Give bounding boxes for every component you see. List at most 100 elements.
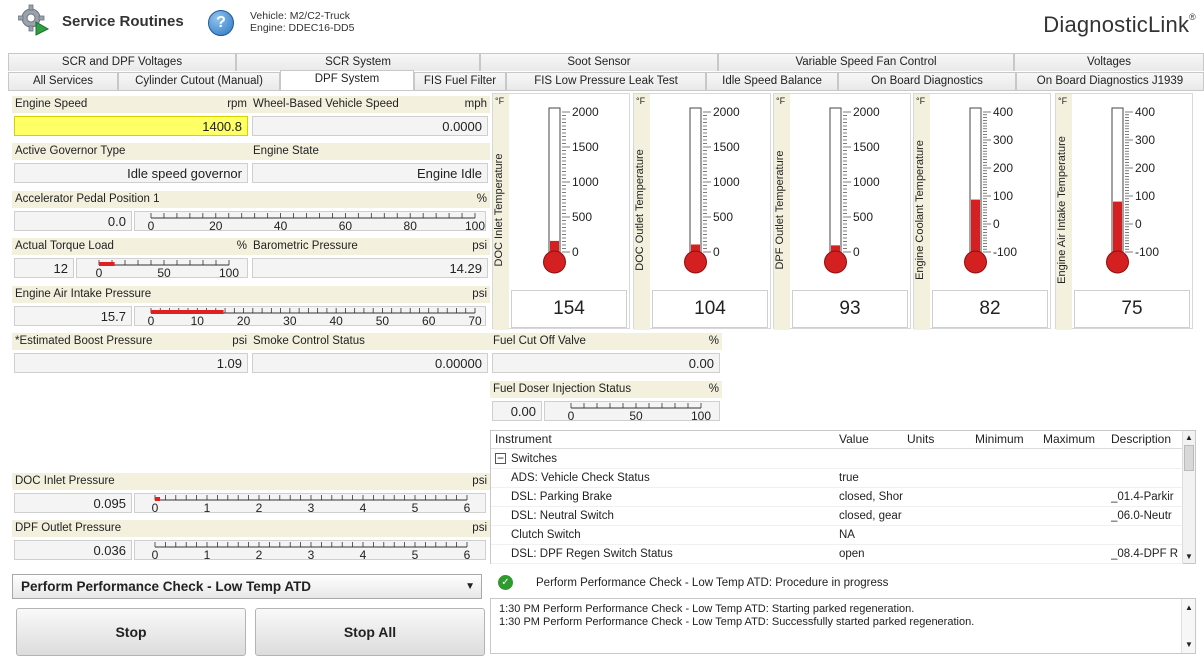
scroll-up-icon[interactable]: ▲	[1185, 601, 1193, 614]
col-minimum[interactable]: Minimum	[975, 431, 1024, 448]
param-unit: %	[476, 193, 487, 205]
thermo-label: DOC Inlet Temperature	[493, 153, 505, 267]
thermo-tick-label: 100	[1135, 189, 1155, 203]
procedure-log[interactable]: 1:30 PM Perform Performance Check - Low …	[490, 598, 1196, 654]
tab-dpf-system[interactable]: DPF System	[280, 70, 414, 90]
param-label: Engine Speed	[15, 98, 88, 110]
thermo-label: DOC Outlet Temperature	[634, 149, 646, 271]
page-title: Service Routines	[62, 13, 184, 30]
collapse-icon[interactable]: −	[495, 453, 506, 464]
stop-all-button[interactable]: Stop All	[255, 608, 485, 656]
procedure-select[interactable]: Perform Performance Check - Low Temp ATD…	[12, 574, 482, 599]
stop-button[interactable]: Stop	[16, 608, 246, 656]
param-wheel-speed: Wheel-Based Vehicle Speed mph 0.0000	[250, 96, 490, 138]
thermometer-icon: 400 300 200 100 0 -100	[1106, 105, 1159, 274]
gauge-tick-label: 0	[568, 409, 575, 422]
log-scrollbar[interactable]: ▲ ▼	[1181, 599, 1195, 653]
tab-all-services[interactable]: All Services	[8, 72, 118, 90]
cell-value: closed, Shor	[839, 491, 903, 503]
thermo-coolant: Engine Coolant Temperature °F 400 300 200 1…	[913, 93, 1051, 330]
dpf-outlet-pressure-gauge: 0 1 2 3 4 5 6	[152, 542, 471, 561]
tab-voltages[interactable]: Voltages	[1014, 53, 1204, 71]
thermo-tick-label: 0	[572, 245, 579, 259]
thermo-tick-label: 2000	[572, 105, 599, 119]
thermo-tick-label: 1500	[713, 140, 740, 154]
thermo-tick-label: 1500	[572, 140, 599, 154]
param-dpf-outlet-pressure: DPF Outlet Pressure psi 0.036 0 1 2 3 4 5 6	[12, 520, 490, 562]
thermo-tick-label: 1000	[713, 175, 740, 189]
thermo-tick-label: 0	[1135, 217, 1142, 231]
gauge-tick-label: 100	[691, 409, 711, 422]
tab-cylinder-cutout[interactable]: Cylinder Cutout (Manual)	[118, 72, 280, 90]
thermo-label: DPF Outlet Temperature	[774, 150, 786, 270]
col-instrument[interactable]: Instrument	[495, 431, 552, 448]
table-group-row[interactable]: − Switches	[491, 450, 1183, 469]
instrument-table[interactable]: Instrument Value Units Minimum Maximum D…	[490, 430, 1196, 564]
thermo-tick-label: 2000	[853, 105, 880, 119]
thermo-tick-label: 200	[1135, 161, 1155, 175]
gauge-tick-label: 0	[148, 314, 155, 327]
scroll-thumb[interactable]	[1184, 445, 1194, 471]
table-row[interactable]: DSL: Parking Brake closed, Shor _01.4-Pa…	[491, 488, 1183, 507]
table-row[interactable]: ADS: Vehicle Check Status true	[491, 469, 1183, 488]
param-value: 0.036	[14, 540, 132, 560]
gauge-tick-label: 0	[96, 266, 103, 279]
thermo-dpf-outlet: DPF Outlet Temperature °F 2000 1500 1000 50…	[773, 93, 911, 330]
col-value[interactable]: Value	[839, 431, 869, 448]
thermo-tick-label: 1500	[853, 140, 880, 154]
param-air-intake-pressure: Engine Air Intake Pressure psi 15.7 0 10 20…	[12, 286, 490, 328]
param-unit: %	[236, 240, 247, 252]
scroll-down-icon[interactable]: ▼	[1185, 552, 1193, 561]
table-scrollbar[interactable]: ▲ ▼	[1182, 431, 1195, 563]
col-units[interactable]: Units	[907, 431, 934, 448]
help-icon[interactable]: ?	[208, 10, 234, 36]
gauge-tick-label: 70	[468, 314, 482, 327]
gauge-tick-label: 40	[274, 219, 288, 232]
thermometer-icon: 400 300 200 100 0 -100	[964, 105, 1017, 274]
thermo-tick-label: 300	[993, 133, 1013, 147]
thermo-reading: 154	[511, 290, 627, 328]
tab-fis-fuel-filter[interactable]: FIS Fuel Filter	[414, 72, 506, 90]
param-value: 1.09	[14, 353, 248, 373]
gauge-tick-label: 4	[360, 548, 367, 561]
scroll-down-icon[interactable]: ▼	[1185, 638, 1193, 651]
doc-inlet-pressure-gauge: 0 1 2 3 4 5 6	[152, 495, 471, 514]
thermo-tick-label: 0	[713, 245, 720, 259]
tab-obd-j1939[interactable]: On Board Diagnostics J1939	[1016, 72, 1204, 90]
param-unit: psi	[472, 522, 487, 534]
thermo-unit: °F	[1058, 96, 1068, 106]
scroll-up-icon[interactable]: ▲	[1185, 433, 1193, 442]
param-value: 0.0000	[252, 116, 488, 136]
param-accelerator: Accelerator Pedal Position 1% 0.0 0 20 40 6…	[12, 191, 490, 233]
param-label: Accelerator Pedal Position 1	[15, 193, 160, 205]
tab-fis-low-pressure[interactable]: FIS Low Pressure Leak Test	[506, 72, 706, 90]
tab-soot-sensor[interactable]: Soot Sensor	[480, 53, 718, 71]
tab-variable-speed-fan[interactable]: Variable Speed Fan Control	[718, 53, 1014, 71]
gauge-tick-label: 50	[629, 409, 643, 422]
tab-scr-dpf-voltages[interactable]: SCR and DPF Voltages	[8, 53, 236, 71]
col-maximum[interactable]: Maximum	[1043, 431, 1095, 448]
cell-instrument: DSL: DPF Regen Switch Status	[511, 548, 673, 560]
col-description[interactable]: Description	[1111, 431, 1171, 448]
thermo-unit: °F	[636, 96, 646, 106]
log-line: 1:30 PM Perform Performance Check - Low …	[499, 616, 975, 628]
param-value: 12	[14, 258, 74, 278]
tab-idle-speed-balance[interactable]: Idle Speed Balance	[706, 72, 838, 90]
chevron-down-icon[interactable]: ▼	[465, 575, 475, 598]
brand-logo: DiagnosticLink®	[1043, 12, 1196, 38]
tab-obd[interactable]: On Board Diagnostics	[838, 72, 1016, 90]
gauge-tick-label: 50	[157, 266, 171, 279]
thermo-tick-label: 300	[1135, 133, 1155, 147]
table-row[interactable]: DSL: Neutral Switch closed, gear _06.0-N…	[491, 507, 1183, 526]
gauge-tick-label: 10	[191, 314, 205, 327]
param-label: DOC Inlet Pressure	[15, 475, 115, 487]
thermo-bulb	[824, 250, 847, 274]
tab-scr-system[interactable]: SCR System	[236, 53, 480, 71]
tab-row-1: SCR and DPF Voltages SCR System Soot Sen…	[8, 53, 1204, 71]
cell-instrument: ADS: Vehicle Check Status	[511, 472, 650, 484]
table-row[interactable]: Clutch Switch NA	[491, 526, 1183, 545]
thermo-label: Engine Air Intake Temperature	[1056, 136, 1068, 284]
param-unit: rpm	[227, 98, 247, 110]
table-row[interactable]: DSL: DPF Regen Switch Status open _08.4-…	[491, 545, 1183, 564]
gauge-tick-label: 5	[412, 501, 419, 514]
